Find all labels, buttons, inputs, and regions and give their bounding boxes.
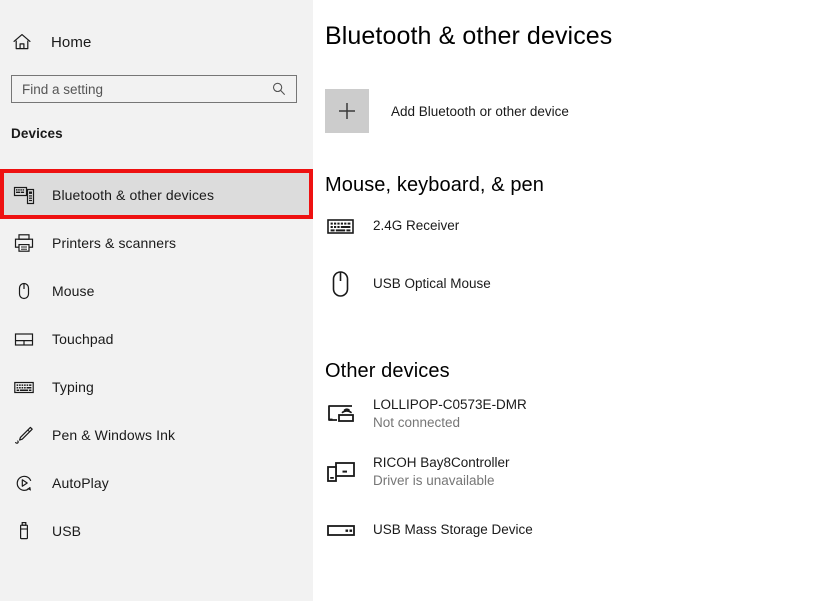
sidebar-item-mouse[interactable]: Mouse	[0, 267, 313, 315]
device-group-other-devices: Other devices LOLLIPOP-C0573E-DMR Not co…	[325, 360, 533, 553]
device-row[interactable]: LOLLIPOP-C0573E-DMR Not connected	[325, 389, 533, 439]
sidebar-item-label: Typing	[52, 379, 94, 395]
device-row[interactable]: USB Optical Mouse	[325, 261, 544, 307]
keyboard-icon	[325, 211, 359, 241]
sidebar-item-printers-scanners[interactable]: Printers & scanners	[0, 219, 313, 267]
device-row[interactable]: USB Mass Storage Device	[325, 507, 533, 553]
device-texts: RICOH Bay8Controller Driver is unavailab…	[373, 454, 510, 490]
plus-icon	[337, 101, 357, 121]
sidebar-item-home[interactable]: Home	[0, 23, 313, 61]
group-heading: Mouse, keyboard, & pen	[325, 174, 544, 196]
mouse-icon	[13, 280, 35, 302]
add-bluetooth-device-button[interactable]: Add Bluetooth or other device	[325, 89, 569, 133]
add-device-tile[interactable]	[325, 89, 369, 133]
device-name: USB Mass Storage Device	[373, 522, 533, 537]
add-device-label: Add Bluetooth or other device	[391, 103, 569, 119]
sidebar-item-label: AutoPlay	[52, 475, 109, 491]
sidebar-item-bluetooth-other-devices[interactable]: Bluetooth & other devices	[0, 171, 313, 219]
sidebar-item-label: Printers & scanners	[52, 235, 177, 251]
sidebar-item-label: Bluetooth & other devices	[52, 187, 215, 203]
sidebar-item-label: Pen & Windows Ink	[52, 427, 176, 443]
device-texts: USB Mass Storage Device	[373, 521, 533, 539]
cast-display-icon	[325, 399, 359, 429]
group-heading: Other devices	[325, 360, 450, 382]
device-row[interactable]: 2.4G Receiver	[325, 203, 544, 249]
device-texts: LOLLIPOP-C0573E-DMR Not connected	[373, 396, 527, 432]
sidebar-item-label: Mouse	[52, 283, 95, 299]
sidebar-item-touchpad[interactable]: Touchpad	[0, 315, 313, 363]
sidebar-item-usb[interactable]: USB	[0, 507, 313, 555]
device-name: USB Optical Mouse	[373, 276, 491, 291]
device-status: Not connected	[373, 415, 461, 430]
sidebar-nav-list: Bluetooth & other devices Printers & sca…	[0, 171, 313, 555]
sidebar-section-title: Devices	[11, 126, 63, 141]
device-name: RICOH Bay8Controller	[373, 455, 510, 470]
bluetooth-devices-icon	[13, 184, 35, 206]
device-texts: 2.4G Receiver	[373, 217, 459, 235]
usb-icon	[13, 520, 35, 542]
sidebar-item-autoplay[interactable]: AutoPlay	[0, 459, 313, 507]
device-status: Driver is unavailable	[373, 473, 495, 488]
home-icon	[11, 31, 33, 53]
storage-drive-icon	[325, 515, 359, 545]
printer-icon	[13, 232, 35, 254]
mouse-icon	[325, 269, 359, 299]
sidebar-item-typing[interactable]: Typing	[0, 363, 313, 411]
device-row[interactable]: RICOH Bay8Controller Driver is unavailab…	[325, 447, 533, 497]
sidebar-item-pen-windows-ink[interactable]: Pen & Windows Ink	[0, 411, 313, 459]
keyboard-icon	[13, 376, 35, 398]
page-title: Bluetooth & other devices	[325, 22, 613, 50]
device-group-mouse-keyboard-pen: Mouse, keyboard, & pen 2.4G Receiver USB…	[325, 174, 544, 307]
device-name: 2.4G Receiver	[373, 218, 460, 233]
pen-icon	[13, 424, 35, 446]
sidebar-item-label: USB	[52, 523, 82, 539]
phone-monitor-icon	[325, 457, 359, 487]
search-placeholder: Find a setting	[22, 81, 104, 97]
device-texts: USB Optical Mouse	[373, 275, 491, 293]
settings-content: Bluetooth & other devices Add Bluetooth …	[313, 0, 824, 601]
touchpad-icon	[13, 328, 35, 350]
autoplay-icon	[13, 472, 35, 494]
settings-sidebar: Home Find a setting Devices Bluetooth & …	[0, 0, 313, 601]
search-input[interactable]: Find a setting	[11, 75, 297, 103]
settings-window: Home Find a setting Devices Bluetooth & …	[0, 0, 824, 601]
search-icon[interactable]	[271, 81, 287, 97]
device-name: LOLLIPOP-C0573E-DMR	[373, 397, 527, 412]
sidebar-item-label: Touchpad	[52, 331, 114, 347]
sidebar-home-label: Home	[51, 33, 92, 51]
